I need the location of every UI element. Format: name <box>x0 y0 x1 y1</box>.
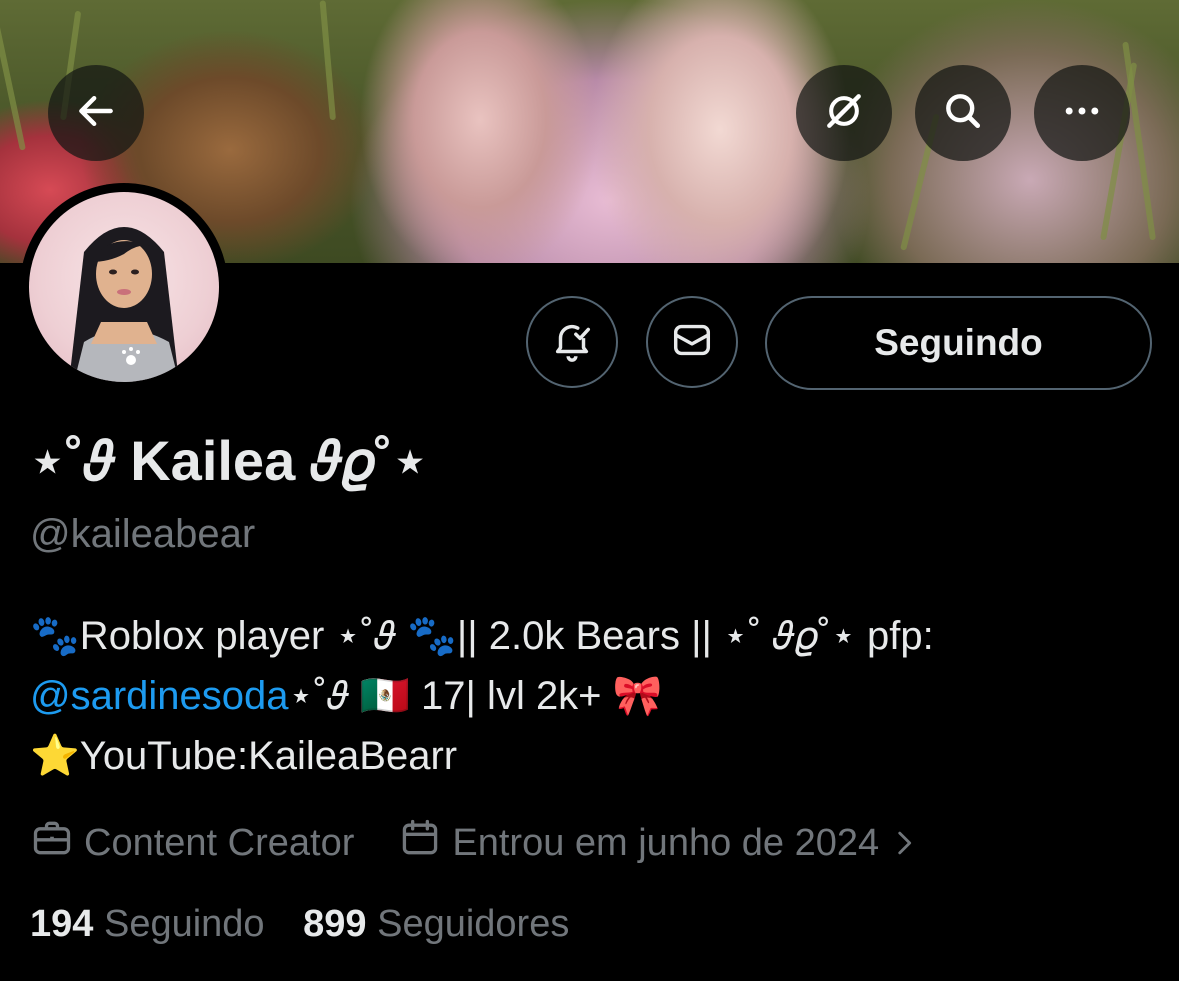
back-button[interactable] <box>48 65 144 161</box>
avatar-image <box>29 192 219 382</box>
banner-decoration <box>1122 41 1156 241</box>
following-label: Seguindo <box>103 903 265 945</box>
grok-button[interactable] <box>796 65 892 161</box>
join-date-label: Entrou em junho de 2024 <box>452 821 880 864</box>
bio-mention-link[interactable]: @sardinesoda <box>30 674 289 718</box>
profile-category: Content Creator <box>30 816 354 870</box>
more-icon <box>1060 89 1104 138</box>
display-name: ⋆˚𝜗 Kailea 𝜗𝜚˚⋆ <box>30 429 428 492</box>
briefcase-icon <box>30 816 84 870</box>
join-date[interactable]: Entrou em junho de 2024 <box>398 816 921 870</box>
following-link[interactable]: 194 Seguindo <box>30 903 265 945</box>
search-icon <box>941 89 985 138</box>
banner-decoration <box>319 0 336 121</box>
bio-line-2: @sardinesoda⋆˚𝜗 🇲🇽 17| lvl 2k+ 🎀 <box>30 666 1150 726</box>
more-button[interactable] <box>1034 65 1130 161</box>
avatar[interactable] <box>20 183 228 391</box>
category-label: Content Creator <box>84 821 355 864</box>
banner-decoration <box>0 22 26 151</box>
message-button[interactable] <box>646 296 738 388</box>
arrow-left-icon <box>74 89 118 138</box>
chevron-right-icon <box>887 826 921 860</box>
followers-count: 899 <box>303 903 367 945</box>
profile-meta: Content Creator Entrou em junho de 2024 <box>30 816 921 870</box>
grok-icon <box>822 89 866 138</box>
followers-link[interactable]: 899 Seguidores <box>303 903 569 945</box>
bio-line-1: 🐾Roblox player ⋆˚𝜗 🐾|| 2.0k Bears || ⋆˚ … <box>30 614 934 658</box>
bell-check-icon <box>549 317 595 368</box>
profile-handle: @kaileabear <box>30 512 256 556</box>
notifications-button[interactable] <box>526 296 618 388</box>
following-button[interactable]: Seguindo <box>765 296 1152 390</box>
following-count: 194 <box>30 903 94 945</box>
follow-counts: 194 Seguindo 899 Seguidores <box>30 903 569 946</box>
calendar-icon <box>398 816 452 870</box>
followers-label: Seguidores <box>377 903 570 945</box>
bio-line-3: ⭐YouTube:KaileaBearr <box>30 734 458 778</box>
envelope-icon <box>669 317 715 368</box>
avatar-illustration <box>69 227 179 382</box>
profile-bio: 🐾Roblox player ⋆˚𝜗 🐾|| 2.0k Bears || ⋆˚ … <box>30 606 1150 786</box>
bio-line-2-text: ⋆˚𝜗 🇲🇽 17| lvl 2k+ 🎀 <box>288 674 663 718</box>
search-button[interactable] <box>915 65 1011 161</box>
